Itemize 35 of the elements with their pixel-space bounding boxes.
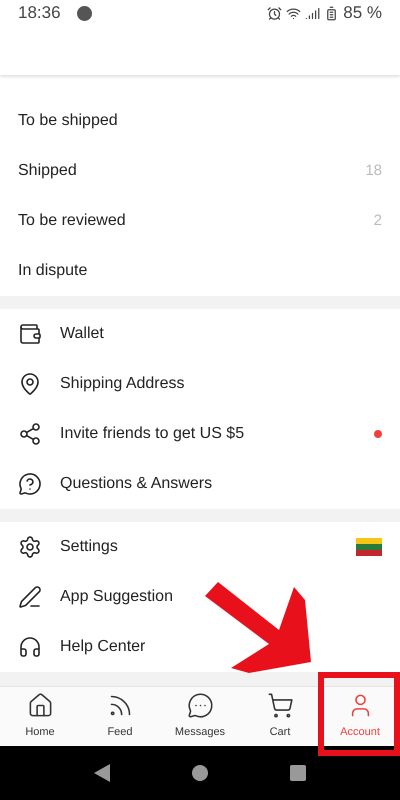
chat-bubble-icon [186,692,214,720]
order-row[interactable]: To be shipped [0,96,400,146]
nav-tab[interactable]: Account [320,687,400,746]
wifi-icon [286,6,302,20]
menu-item[interactable]: Invite friends to get US $5 [0,409,400,459]
status-time: 18:36 [18,2,61,24]
menu-item[interactable]: Questions & Answers [0,459,400,509]
order-row[interactable]: To be reviewed 2 [0,196,400,246]
signal-icon [305,6,320,20]
settings-icon [18,535,42,559]
menu-item[interactable]: Help Center [0,622,400,672]
order-row[interactable]: Shipped 18 [0,146,400,196]
question-bubble-icon [18,472,42,496]
menu-item[interactable]: App Suggestion [0,572,400,622]
battery-level: 85 % [343,2,382,24]
headset-icon [18,635,42,659]
share-icon [18,422,42,446]
pen-icon [18,585,42,609]
menu-item[interactable]: Settings [0,522,400,572]
home-icon [26,692,54,720]
location-pin-icon [18,372,42,396]
nav-tab[interactable]: Messages [160,687,240,746]
recents-icon [290,765,306,781]
order-count: 18 [365,160,382,181]
nav-tab[interactable]: Cart [240,687,320,746]
order-row[interactable]: In dispute [0,246,400,296]
alarm-icon [267,6,282,20]
wallet-icon [18,322,42,346]
cart-icon [266,692,294,720]
back-icon [94,764,110,782]
menu-item[interactable]: Wallet [0,309,400,359]
order-count: 2 [374,210,382,231]
nav-tab[interactable]: Home [0,687,80,746]
menu-item[interactable]: Shipping Address [0,359,400,409]
nav-tab[interactable]: Feed [80,687,160,746]
